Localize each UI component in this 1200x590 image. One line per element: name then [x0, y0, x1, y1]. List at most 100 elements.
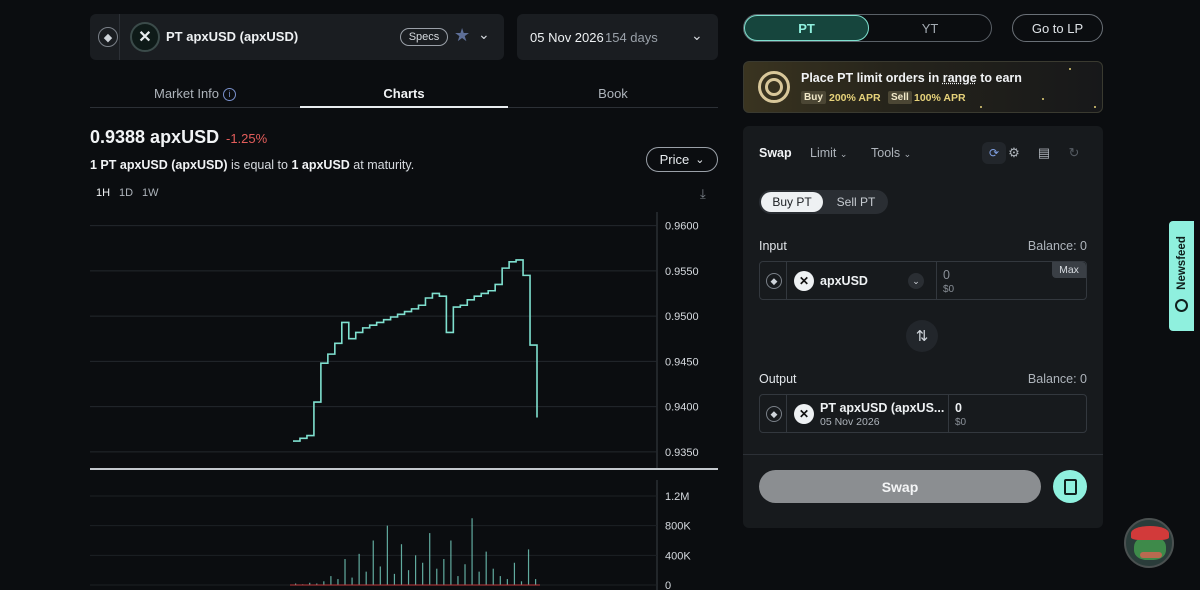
input-amount[interactable]: 0 — [943, 268, 950, 282]
divider — [936, 262, 937, 299]
y-tick-label: 0.9450 — [665, 356, 699, 368]
avatar[interactable] — [1124, 518, 1174, 568]
swap-tab[interactable]: Swap — [759, 146, 792, 160]
output-amount: 0 — [955, 401, 962, 415]
volume-bar — [492, 568, 494, 585]
volume-bar — [386, 525, 388, 585]
volume-bar — [443, 559, 445, 585]
sparkle — [1094, 106, 1096, 108]
chevron-down-icon[interactable]: ⌄ — [908, 273, 924, 289]
promo-title: Place PT limit orders in range to earn — [801, 71, 1022, 85]
avatar-hat — [1131, 526, 1169, 540]
current-price: 0.9388 apxUSD — [90, 127, 220, 147]
timeframe-1d[interactable]: 1D — [119, 187, 133, 199]
timeframe-1w[interactable]: 1W — [142, 187, 159, 199]
tools-tab[interactable]: Tools ⌄ — [871, 146, 911, 160]
volume-bar — [422, 562, 424, 585]
gear-icon[interactable]: ⚙ — [1005, 144, 1023, 162]
volume-bar — [393, 573, 396, 585]
apex-token-logo: ✕ — [130, 22, 160, 52]
volume-bar — [379, 566, 381, 585]
divider — [786, 395, 787, 432]
swap-button[interactable]: Swap — [759, 470, 1041, 503]
y-tick-label: 400K — [665, 550, 691, 562]
chart-metric-dropdown[interactable]: Price ⌄ — [646, 147, 718, 172]
maturity-selector[interactable]: 05 Nov 2026 154 days ⌄ — [517, 14, 718, 60]
y-tick-label: 1.2M — [665, 491, 689, 503]
newsfeed-tab[interactable]: Newsfeed — [1169, 221, 1194, 331]
volume-bar — [457, 576, 459, 585]
chart-separator[interactable] — [90, 468, 718, 470]
sell-apr: 100% APR — [914, 92, 966, 104]
divider — [948, 395, 949, 432]
volume-bar — [436, 568, 438, 585]
output-token-box: ◆ ✕ PT apxUSD (apxUS... 05 Nov 2026 0 $0 — [759, 394, 1087, 433]
volume-bar — [351, 577, 353, 585]
input-token-name[interactable]: apxUSD — [820, 274, 868, 288]
divider — [119, 14, 120, 60]
buy-sell-toggle[interactable]: Buy PT Sell PT — [759, 190, 888, 214]
specs-button[interactable]: Specs — [400, 28, 448, 46]
y-tick-label: 0.9400 — [665, 402, 699, 414]
divider — [743, 454, 1103, 455]
price-series-line — [293, 259, 538, 442]
volume-bar — [400, 544, 403, 585]
tab-label: Market Info — [153, 86, 220, 101]
volume-bar — [415, 555, 417, 585]
volume-bar — [323, 581, 325, 585]
volume-chart: 1.2M 800K 400K 0 — [90, 480, 691, 590]
volume-bar — [485, 551, 487, 585]
y-tick-label: 0 — [665, 580, 671, 590]
volume-bar — [372, 540, 374, 585]
pt-toggle[interactable]: PT — [744, 15, 869, 41]
newsfeed-label: Newsfeed — [1176, 236, 1188, 290]
tab-market-info[interactable]: Market Info i — [90, 86, 300, 108]
pt-yt-toggle[interactable]: PT YT — [743, 14, 992, 42]
ethereum-icon: ◆ — [98, 27, 118, 47]
timeframe-1h[interactable]: 1H — [96, 187, 110, 199]
y-tick-label: 0.9550 — [665, 266, 699, 278]
go-to-lp-button[interactable]: Go to LP — [1012, 14, 1103, 42]
y-tick-label: 0.9500 — [665, 311, 699, 323]
limit-order-promo[interactable]: Place PT limit orders in range to earn B… — [743, 61, 1103, 113]
buy-apr: 200% APR — [829, 92, 881, 104]
input-usd-value: $0 — [943, 284, 955, 295]
ethereum-icon: ◆ — [766, 406, 782, 422]
volume-bar — [337, 579, 339, 585]
price-chart[interactable]: 0.9600 0.9550 0.9500 0.9450 0.9400 0.9350 — [90, 212, 718, 470]
limit-tab[interactable]: Limit ⌄ — [810, 146, 847, 160]
calculator-icon[interactable] — [1053, 470, 1087, 503]
download-icon[interactable]: ⤓ — [700, 186, 706, 202]
max-button[interactable]: Max — [1052, 262, 1086, 278]
buy-pt-button[interactable]: Buy PT — [761, 192, 823, 212]
route-icon[interactable]: ⟳ — [982, 142, 1006, 164]
maturity-equivalence: 1 PT apxUSD (apxUSD) is equal to 1 apxUS… — [90, 158, 415, 172]
output-token-maturity: 05 Nov 2026 — [820, 416, 880, 428]
swap-direction-icon[interactable]: ⇅ — [906, 320, 938, 352]
swap-panel: Swap Limit ⌄ Tools ⌄ ⟳ ⚙ ▤ ↻ Buy PT Sell… — [743, 126, 1103, 528]
sell-pill: Sell — [888, 91, 912, 104]
receipt-icon[interactable]: ▤ — [1035, 144, 1053, 162]
tab-charts[interactable]: Charts — [300, 86, 508, 108]
apex-token-logo: ✕ — [794, 271, 814, 291]
input-balance: Balance: 0 — [1027, 239, 1087, 253]
tab-book[interactable]: Book — [508, 86, 718, 108]
market-selector[interactable]: ◆ ✕ PT apxUSD (apxUSD) Specs ★ ⌄ — [90, 14, 504, 60]
volume-bar — [344, 559, 346, 585]
input-label: Input — [759, 239, 787, 253]
star-icon[interactable]: ★ — [454, 25, 470, 46]
chevron-down-icon[interactable]: ⌄ — [691, 27, 703, 44]
volume-bar — [520, 581, 523, 585]
y-tick-label: 800K — [665, 521, 691, 533]
volume-bar — [450, 540, 452, 585]
sell-pt-button[interactable]: Sell PT — [827, 192, 885, 212]
volume-bar — [535, 579, 537, 585]
yt-toggle[interactable]: YT — [869, 15, 991, 41]
ethereum-icon: ◆ — [766, 273, 782, 289]
apex-token-logo: ✕ — [794, 404, 814, 424]
active-tab-indicator — [300, 106, 508, 108]
volume-bar — [407, 570, 410, 585]
refresh-icon[interactable]: ↻ — [1065, 144, 1083, 162]
chevron-down-icon[interactable]: ⌄ — [478, 26, 490, 43]
volume-bar — [499, 576, 501, 585]
